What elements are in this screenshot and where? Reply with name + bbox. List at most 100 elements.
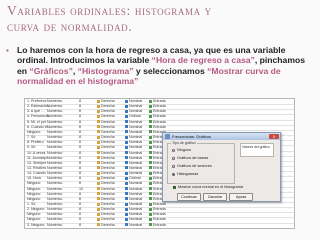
variable-width-cell-text: 8	[79, 150, 81, 155]
cancel-button[interactable]: Cancelar	[203, 193, 227, 201]
measure-icon	[125, 151, 128, 155]
variable-role-cell-text: Entrada	[153, 104, 166, 109]
variable-width-cell-text: 8	[79, 114, 81, 119]
variable-role-cell: Entrada	[149, 223, 166, 228]
variable-name-cell-text: Ninguno	[27, 181, 41, 186]
align-icon	[97, 114, 100, 118]
variable-align-cell-text: Derecha	[101, 212, 115, 217]
role-icon	[149, 114, 152, 118]
close-button[interactable]: X	[269, 134, 279, 139]
continue-button[interactable]: Continuar	[177, 193, 201, 201]
role-icon	[149, 187, 152, 191]
variable-align-cell-text: Derecha	[101, 129, 115, 134]
variable-measure-cell-text: Nominal	[129, 145, 143, 150]
variable-measure-cell-text: Nominal	[129, 171, 143, 176]
checkbox-checked-icon	[173, 185, 176, 189]
measure-icon	[125, 166, 128, 170]
spss-app-icon	[165, 134, 170, 139]
role-icon	[149, 156, 152, 160]
role-icon	[149, 104, 152, 108]
variable-width-cell-text: 8	[79, 119, 81, 124]
variable-align-cell-text: Derecha	[101, 171, 115, 176]
variable-type-cell-text: Numérico	[47, 212, 63, 217]
align-icon	[97, 171, 100, 175]
variable-width-cell-text: 8	[79, 140, 81, 145]
variable-name-cell-text: 10. A veces	[27, 150, 46, 155]
variable-width-cell-text: 8	[79, 212, 81, 217]
variable-role-cell-text: Entrada	[153, 217, 166, 222]
measure-icon	[125, 207, 128, 211]
align-icon	[97, 217, 100, 221]
variable-width-cell-text: 8	[79, 124, 81, 129]
variable-name-cell-text: 1. Preferenc	[27, 99, 47, 103]
variable-name-cell-text: 13. Recibes	[27, 165, 46, 170]
role-icon	[149, 151, 152, 155]
variable-type-cell-text: Numérico	[47, 119, 63, 124]
variable-name-cell-text: 9. Só	[27, 145, 36, 150]
variable-type-cell-text: Numérico	[47, 176, 63, 181]
variable-name-cell-text: 1. Só	[27, 202, 36, 206]
variable-align-cell-text: Derecha	[101, 140, 115, 145]
variable-align-cell-text: Derecha	[101, 217, 115, 222]
role-icon	[149, 99, 152, 103]
variable-name-cell-text: 14. Cuando	[27, 171, 46, 176]
variable-width-cell-text: 8	[79, 145, 81, 150]
variable-name-cell-text: 3. Ninguno	[27, 222, 45, 227]
align-icon	[97, 151, 100, 155]
variable-width-cell-text: 8	[79, 129, 81, 134]
align-icon	[97, 99, 100, 103]
variable-align-cell-text: Derecha	[101, 114, 115, 119]
variable-type-cell-text: Numérico	[47, 165, 63, 170]
radio-bar-charts[interactable]: Gráficos de barras	[172, 156, 208, 160]
dialog-titlebar[interactable]: Frecuencias: Gráficos X	[163, 133, 280, 140]
normal-curve-checkbox[interactable]: Mostrar curva normal en el histograma	[173, 185, 243, 189]
align-icon	[97, 130, 100, 134]
variable-name-cell-text: Ninguno	[27, 212, 41, 217]
variable-type-cell-text: Numérico	[47, 222, 63, 227]
variable-width-cell-text: 8	[79, 104, 81, 109]
variable-type-cell-text: Numérico	[47, 145, 63, 150]
variable-name-cell-text: 7. Só	[27, 135, 36, 140]
variable-measure-cell-text: Nominal	[129, 165, 143, 170]
role-icon	[149, 171, 152, 175]
dialog-title: Frecuencias: Gráficos	[172, 134, 211, 139]
align-icon	[97, 176, 100, 180]
align-icon	[97, 125, 100, 129]
radio-histograms[interactable]: Histogramas	[172, 172, 198, 176]
variable-measure-cell-text: Nominal	[129, 160, 143, 165]
radio-icon	[172, 148, 175, 152]
variable-width-cell-text: 8	[79, 155, 81, 160]
variable-align-cell-text: Derecha	[101, 176, 115, 181]
variable-measure-cell-text: Nominal	[129, 129, 143, 134]
variable-measure-cell-text: Nominal	[129, 150, 143, 155]
align-icon	[97, 187, 100, 191]
variable-width-cell-text: 8	[79, 171, 81, 176]
variable-measure-cell-text: Nominal	[129, 217, 143, 222]
help-button[interactable]: Ayuda	[229, 193, 253, 201]
table-row[interactable]: 3. Ninguno Numérico 8 Derecha Nominal Entrada	[25, 222, 294, 228]
variable-type-cell-text: Numérico	[47, 99, 63, 103]
measure-icon	[125, 197, 128, 201]
variable-name-cell-text: 8. Prefiero	[27, 140, 44, 145]
measure-icon	[125, 161, 128, 165]
variable-type-cell-text: Numérico	[47, 207, 63, 212]
variable-measure-cell-text: Nominal	[129, 222, 143, 227]
chart-values-panel: Valores del gráfico	[240, 143, 274, 157]
variable-name-cell-text: 2. Estimación	[27, 104, 49, 109]
measure-icon	[125, 135, 128, 139]
variable-measure-cell-text: Nominal	[129, 202, 143, 206]
normal-curve-checkbox-label: Mostrar curva normal en el histograma	[178, 185, 243, 189]
radio-ninguno[interactable]: Ninguno	[172, 148, 191, 152]
variable-type-cell-text: Numérico	[47, 109, 63, 114]
align-icon	[97, 192, 100, 196]
measure-icon	[125, 192, 128, 196]
variable-width-cell-text: 8	[79, 202, 81, 206]
variable-align-cell-text: Derecha	[101, 155, 115, 160]
variable-type-cell-text: Numérico	[47, 171, 63, 176]
role-icon	[149, 166, 152, 170]
align-icon	[97, 109, 100, 113]
variable-type-cell-text: Numérico	[47, 160, 63, 165]
measure-icon	[125, 156, 128, 160]
measure-icon	[125, 125, 128, 129]
radio-pie-charts[interactable]: Gráficos de sectores	[172, 164, 212, 168]
